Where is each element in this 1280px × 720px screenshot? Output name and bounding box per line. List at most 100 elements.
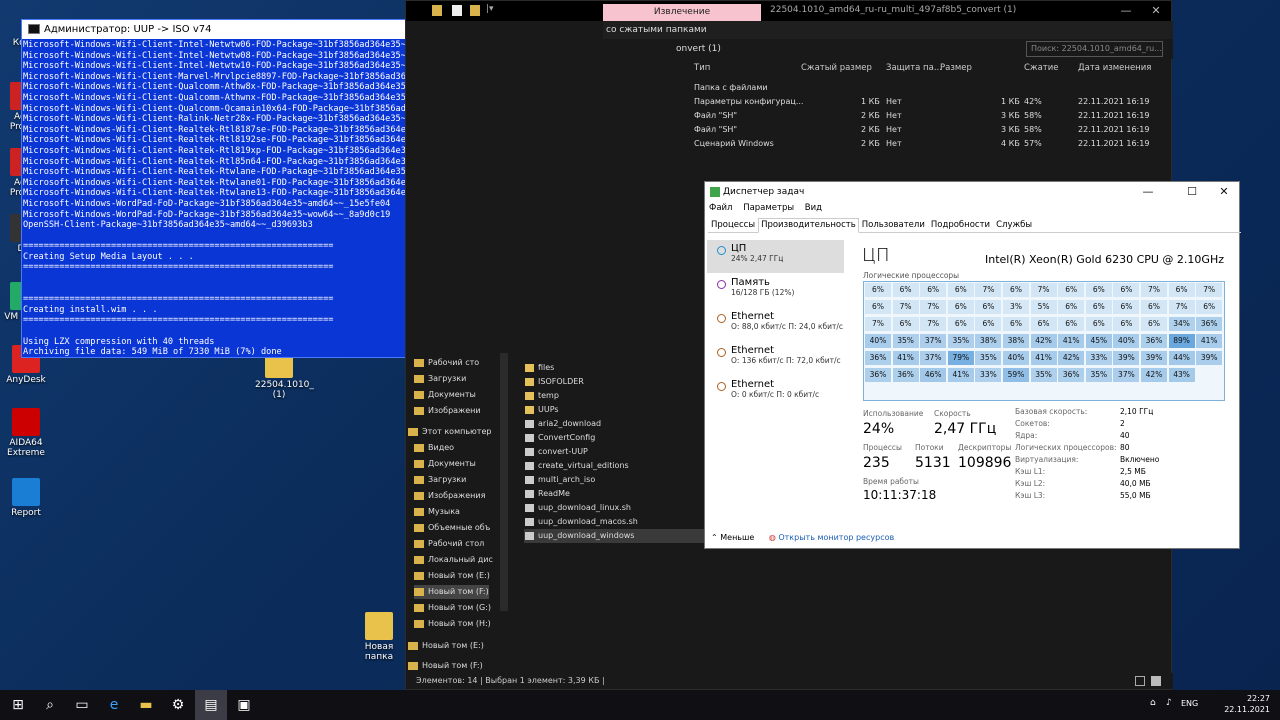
nav-item[interactable]: Новый том (G:)	[414, 601, 491, 615]
search-icon[interactable]: ⌕	[34, 690, 66, 720]
new-folder-icon[interactable]	[470, 5, 480, 16]
file-item[interactable]: ReadMe	[524, 487, 704, 501]
nav-item[interactable]: Новый том (F:)	[414, 585, 489, 599]
perf-item-name: Ethernet	[731, 345, 775, 356]
close-button[interactable]: ✕	[1209, 182, 1239, 202]
less-button[interactable]: ⌃ Меньше	[711, 533, 754, 542]
folder-icon	[525, 406, 534, 414]
file-item[interactable]: uup_download_windows	[524, 529, 704, 543]
menu-file[interactable]: Файл	[709, 203, 732, 213]
nav-item[interactable]: Локальный дис	[414, 553, 493, 567]
nav-scrollbar[interactable]	[500, 353, 508, 611]
tab-users[interactable]: Пользователи	[859, 218, 928, 233]
nav-item[interactable]: Загрузки	[414, 473, 466, 487]
file-item[interactable]: ConvertConfig	[524, 431, 704, 445]
desktop-icon[interactable]: Новая папка	[355, 612, 403, 662]
tab-extract[interactable]: Извлечение	[603, 4, 761, 21]
qat-dropdown-icon[interactable]: |▾	[486, 4, 494, 14]
cpu-core-cell: 41%	[1058, 334, 1085, 348]
file-item[interactable]: aria2_download	[524, 417, 704, 431]
cpu-core-cell: 38%	[1003, 334, 1029, 348]
perf-item[interactable]: Ethernet О: 0 кбит/с П: 0 кбит/с	[707, 376, 844, 409]
explorer-titlebar[interactable]: |▾ Извлечение 22504.1010_amd64_ru-ru_mul…	[406, 1, 1171, 21]
nav-item[interactable]: Видео	[414, 441, 454, 455]
file-item[interactable]: UUPs	[524, 403, 704, 417]
language-indicator[interactable]: ENG	[1181, 699, 1198, 708]
file-item[interactable]: create_virtual_editions	[524, 459, 704, 473]
tab-processes[interactable]: Процессы	[708, 218, 758, 233]
nav-item[interactable]: Новый том (F:)	[408, 659, 483, 673]
perf-item[interactable]: Ethernet О: 88,0 кбит/с П: 24,0 кбит/с	[707, 308, 844, 341]
nav-item[interactable]: Новый том (E:)	[414, 569, 490, 583]
col-type[interactable]: Тип	[694, 63, 710, 73]
open-resource-monitor-link[interactable]: ◍ Открыть монитор ресурсов	[769, 533, 894, 542]
archive-row[interactable]: Файл "SH" 2 КБ Нет 3 КБ 58% 22.11.2021 16:19	[676, 111, 1171, 125]
nav-item[interactable]: Новый том (H:)	[414, 617, 491, 631]
col-date[interactable]: Дата изменения	[1078, 63, 1151, 73]
start-icon[interactable]: ⊞	[0, 690, 36, 720]
tab-services[interactable]: Службы	[993, 218, 1035, 233]
perf-item[interactable]: Память 16/128 ГБ (12%)	[707, 274, 844, 307]
nav-item[interactable]: Документы	[414, 388, 476, 402]
file-item[interactable]: multi_arch_iso	[524, 473, 704, 487]
task-manager-taskbar-icon[interactable]: ▤	[195, 690, 227, 720]
col-ratio[interactable]: Сжатие	[1024, 63, 1059, 73]
file-item[interactable]: convert-UUP	[524, 445, 704, 459]
nav-item-label: Загрузки	[428, 374, 467, 383]
minimize-button[interactable]: —	[1111, 1, 1141, 21]
task-view-icon[interactable]: ▭	[66, 690, 98, 720]
archive-row[interactable]: Сценарий Windows 2 КБ Нет 4 КБ 57% 22.11.2021…	[676, 139, 1171, 153]
file-item[interactable]: uup_download_linux.sh	[524, 501, 704, 515]
tiles-view-icon[interactable]	[1151, 676, 1161, 686]
menu-options[interactable]: Параметры	[743, 203, 794, 213]
maximize-button[interactable]: ☐	[1177, 182, 1207, 202]
tab-details[interactable]: Подробности	[928, 218, 993, 233]
settings-icon[interactable]: ⚙	[162, 690, 194, 720]
minimize-button[interactable]: —	[1133, 182, 1163, 202]
console-taskbar-icon[interactable]: ▣	[228, 690, 260, 720]
nav-item[interactable]: Изображени	[414, 404, 481, 418]
search-input[interactable]: Поиск: 22504.1010_amd64_ru...	[1026, 41, 1163, 57]
nav-item[interactable]: Музыка	[414, 505, 460, 519]
archive-row[interactable]: Папка с файлами	[676, 83, 1171, 97]
nav-item[interactable]: Новый том (E:)	[408, 639, 484, 653]
ribbon-tools[interactable]: со сжатыми папками	[603, 21, 1173, 39]
desktop-icon[interactable]: Report	[2, 478, 50, 518]
task-manager-window[interactable]: Диспетчер задач — ☐ ✕ Файл Параметры Вид…	[704, 181, 1241, 549]
perf-item[interactable]: Ethernet О: 136 кбит/с П: 72,0 кбит/с	[707, 342, 844, 375]
file-item[interactable]: temp	[524, 389, 704, 403]
navigation-pane[interactable]: Рабочий сто Загрузки Документы Изображени Эт…	[406, 351, 503, 676]
nav-item[interactable]: Документы	[414, 457, 476, 471]
file-item[interactable]: ISOFOLDER	[524, 375, 704, 389]
file-item[interactable]: files	[524, 361, 704, 375]
cpu-core-cell: 6%	[1113, 283, 1140, 297]
threads-label: Потоки	[915, 443, 944, 452]
perf-item[interactable]: ЦП 24% 2,47 ГГц	[707, 240, 844, 273]
file-item[interactable]: uup_download_macos.sh	[524, 515, 704, 529]
nav-item[interactable]: Этот компьютер	[408, 425, 491, 439]
file-name: ConvertConfig	[538, 433, 596, 442]
cpu-core-cell: 6%	[947, 283, 974, 297]
desktop-icon[interactable]: AIDA64 Extreme	[2, 408, 50, 458]
col-protected[interactable]: Защита па...	[886, 63, 942, 73]
col-compressed-size[interactable]: Сжатый размер	[801, 63, 872, 73]
close-button[interactable]: ✕	[1141, 1, 1171, 21]
folder-icon	[408, 662, 418, 670]
nav-item[interactable]: Рабочий сто	[414, 356, 479, 370]
clock[interactable]: 22:27 22.11.2021	[1224, 693, 1270, 715]
edge-icon[interactable]: e	[98, 690, 130, 720]
col-size[interactable]: Размер	[940, 63, 972, 73]
nav-item[interactable]: Загрузки	[414, 372, 466, 386]
nav-item[interactable]: Объемные объ	[414, 521, 490, 535]
archive-row[interactable]: Файл "SH" 2 КБ Нет 3 КБ 58% 22.11.2021 16:19	[676, 125, 1171, 139]
details-view-icon[interactable]	[1135, 676, 1145, 686]
volume-icon[interactable]: ♪	[1166, 698, 1172, 708]
nav-item[interactable]: Изображения	[414, 489, 485, 503]
file-explorer-icon[interactable]: ▬	[130, 690, 162, 720]
tab-performance[interactable]: Производительность	[758, 218, 859, 233]
nav-item[interactable]: Рабочий стол	[414, 537, 484, 551]
menu-view[interactable]: Вид	[805, 203, 822, 213]
network-icon[interactable]: ⌂	[1150, 698, 1156, 708]
archive-row[interactable]: Параметры конфигурац... 1 КБ Нет 1 КБ 42% 22.…	[676, 97, 1171, 111]
properties-icon[interactable]	[452, 5, 462, 16]
